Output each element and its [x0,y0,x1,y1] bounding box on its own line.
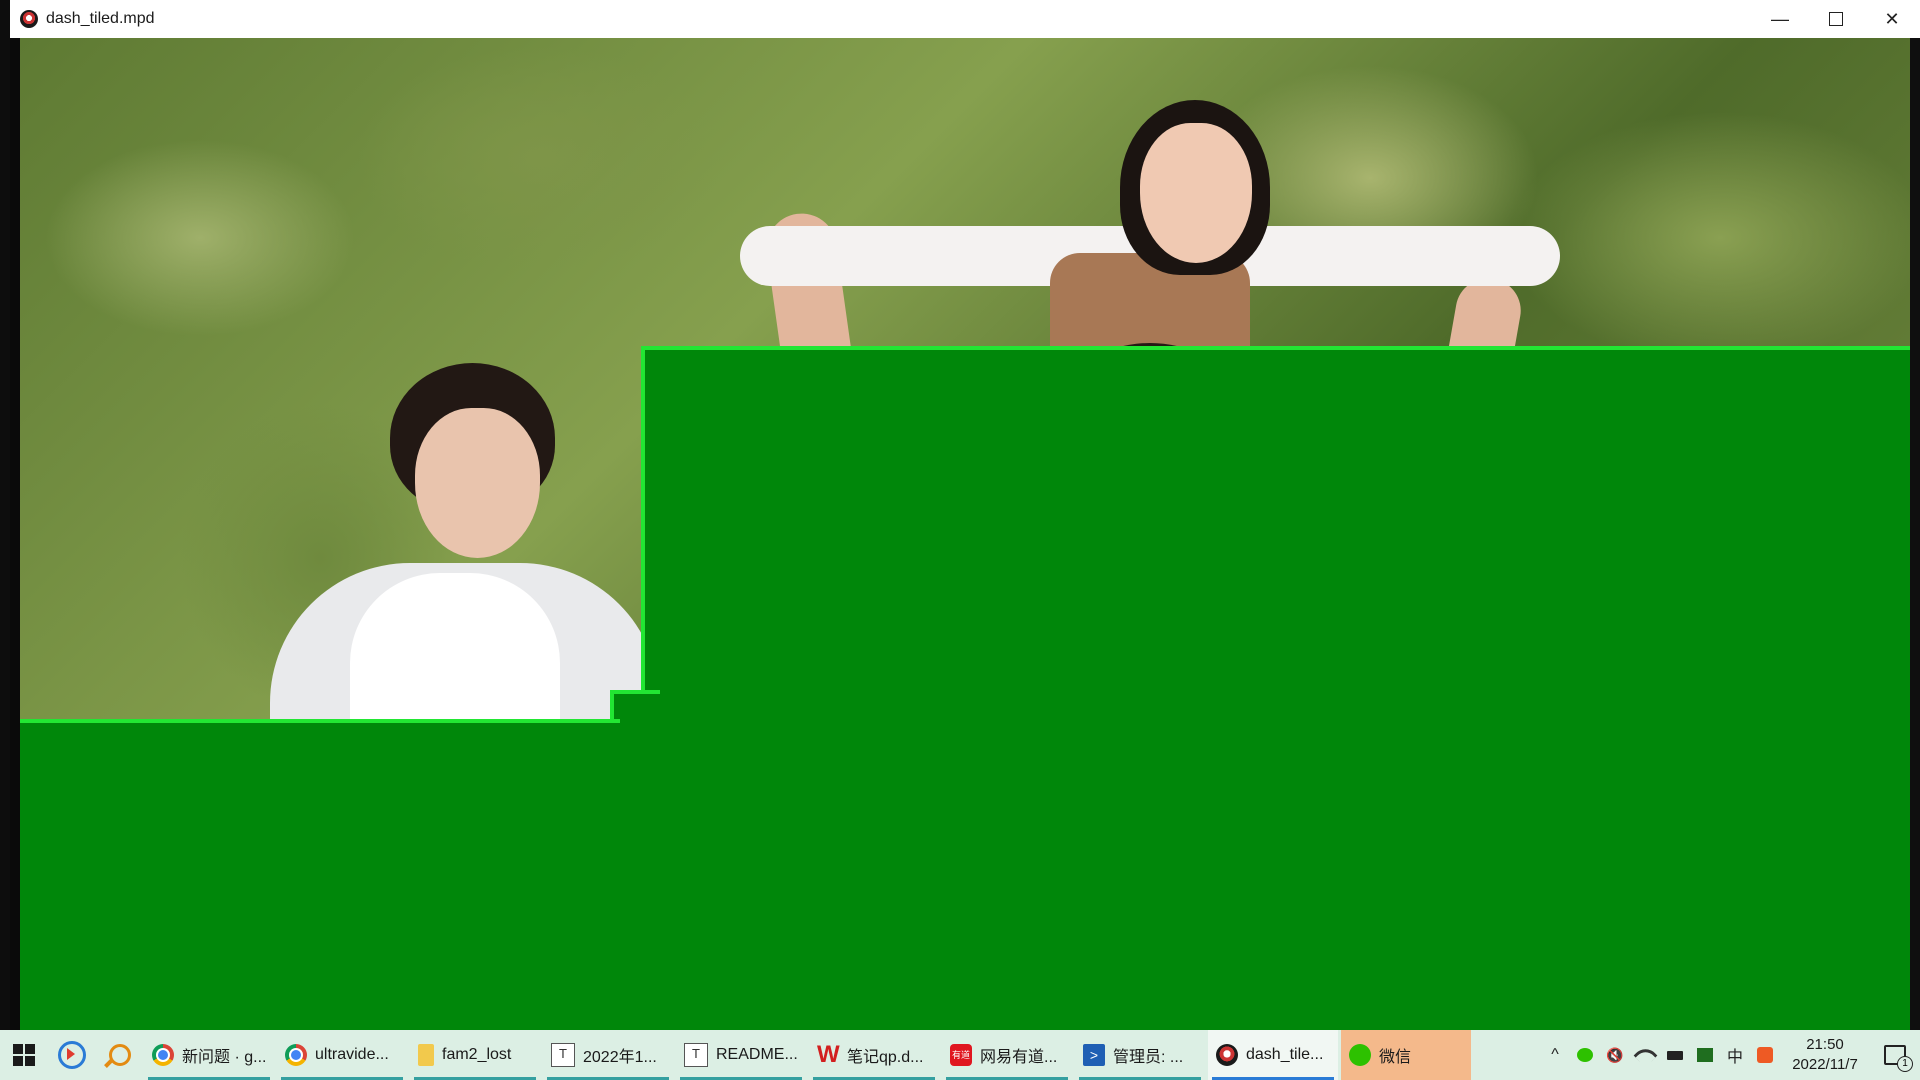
taskbar: 新问题 · g... ultravide... fam2_lost T 2022… [0,1030,1920,1080]
typora-icon: T [684,1043,708,1067]
taskbar-item-label: 新问题 · g... [182,1049,267,1066]
taskbar-item-wechat[interactable]: 微信 [1341,1030,1471,1080]
start-button[interactable] [0,1030,48,1080]
taskbar-item-typora-1[interactable]: T 2022年1... [543,1030,673,1080]
chrome-icon [152,1044,174,1066]
taskbar-item-label: 管理员: ... [1113,1049,1184,1066]
mother-face [415,408,540,558]
minimize-button[interactable]: — [1752,0,1808,38]
taskbar-item-label: 微信 [1379,1049,1412,1066]
sogou-icon [1757,1047,1773,1063]
folder-icon [418,1044,434,1066]
video-canvas[interactable] [20,38,1910,1030]
cortana-icon [58,1041,86,1069]
tray-wechat-button[interactable] [1570,1030,1600,1080]
close-button[interactable]: ✕ [1864,0,1920,38]
nvidia-icon [1697,1048,1713,1062]
sogou-input-button[interactable] [1750,1030,1780,1080]
clock-button[interactable]: 21:50 2022/11/7 [1780,1035,1870,1075]
typora-icon: T [551,1043,575,1067]
ime-button[interactable]: 中 [1720,1030,1750,1080]
title-bar[interactable]: dash_tiled.mpd — ✕ [10,0,1920,38]
media-player-icon [1216,1044,1238,1066]
battery-button[interactable] [1660,1030,1690,1080]
girl-face [1140,123,1252,263]
taskbar-item-label: 2022年1... [583,1049,657,1066]
chevron-up-icon: ^ [1551,1046,1559,1063]
desktop-edge [0,0,10,1030]
taskbar-item-label: dash_tile... [1246,1046,1324,1063]
notification-icon: 1 [1884,1045,1913,1072]
search-button[interactable] [96,1030,144,1080]
youdao-icon: 有道 [950,1044,972,1066]
maximize-icon [1829,12,1843,26]
system-tray: ^ 🔇 中 21:50 2022/11/7 1 [1540,1030,1920,1080]
volume-muted-icon: 🔇 [1606,1046,1624,1063]
window-right-edge [1910,38,1920,1030]
action-center-button[interactable]: 1 [1870,1030,1920,1080]
missing-tile-large [641,346,1910,1030]
taskbar-item-wps[interactable]: W 笔记qp.d... [809,1030,939,1080]
taskbar-item-label: fam2_lost [442,1046,512,1063]
ime-mode-indicator: 中 [1726,1049,1743,1066]
taskbar-item-folder[interactable]: fam2_lost [410,1030,540,1080]
missing-tile-bottom [20,719,620,1030]
maximize-button[interactable] [1808,0,1864,38]
window-title: dash_tiled.mpd [46,10,155,27]
taskbar-item-youdao[interactable]: 有道 网易有道... [942,1030,1072,1080]
volume-button[interactable]: 🔇 [1600,1030,1630,1080]
taskbar-item-typora-2[interactable]: T README... [676,1030,806,1080]
taskbar-item-label: README... [716,1046,798,1063]
taskbar-item-chrome-2[interactable]: ultravide... [277,1030,407,1080]
taskbar-item-label: ultravide... [315,1046,389,1063]
wps-icon: W [817,1041,840,1068]
taskbar-item-media-player[interactable]: dash_tile... [1208,1030,1338,1080]
wechat-icon [1349,1044,1371,1066]
windows-logo-icon [13,1044,35,1066]
taskbar-item-label: 笔记qp.d... [847,1049,924,1066]
search-icon [109,1044,131,1066]
wifi-icon [1632,1042,1658,1068]
cortana-button[interactable] [48,1030,96,1080]
close-icon: ✕ [1884,8,1900,29]
taskbar-item-powershell[interactable]: > 管理员: ... [1075,1030,1205,1080]
notification-count-badge: 1 [1897,1056,1913,1072]
powershell-icon: > [1083,1044,1105,1066]
minimize-icon: — [1771,8,1789,29]
nvidia-button[interactable] [1690,1030,1720,1080]
media-player-icon [20,10,38,28]
network-button[interactable] [1630,1030,1660,1080]
taskbar-item-label: 网易有道... [980,1049,1058,1066]
battery-icon [1667,1050,1683,1060]
show-hidden-icons-button[interactable]: ^ [1540,1030,1570,1080]
clock-time: 21:50 [1806,1036,1844,1053]
wechat-icon [1577,1048,1593,1062]
clock-date: 2022/11/7 [1792,1056,1858,1073]
taskbar-item-chrome-1[interactable]: 新问题 · g... [144,1030,274,1080]
chrome-icon [285,1044,307,1066]
